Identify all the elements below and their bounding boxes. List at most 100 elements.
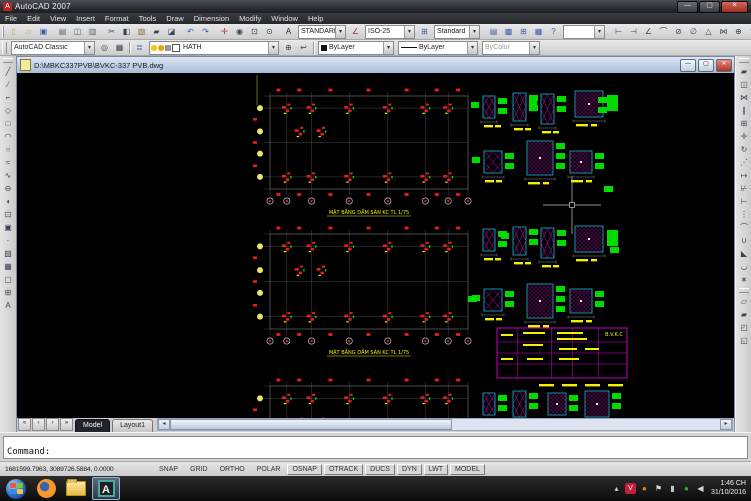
revcloud-icon[interactable]: ≈ <box>2 156 15 169</box>
dim-linear-icon[interactable]: ⊢ <box>612 24 626 39</box>
lineweight-combo[interactable]: ByColor▾ <box>482 41 540 55</box>
cad-canvas[interactable]: MẶT BẰNG DẦM SÀN KC TL 1/75MẶT BẰNG DẦM … <box>17 73 734 418</box>
dim-ordinate-icon[interactable]: △ <box>702 24 716 39</box>
my-workspace-icon[interactable]: ▦ <box>113 40 127 55</box>
layer-previous-icon[interactable]: ↩ <box>297 40 311 55</box>
cut-icon[interactable]: ✂ <box>105 24 119 39</box>
layer-combo[interactable]: HATH▾ <box>149 41 279 55</box>
construction-line-icon[interactable]: ∕ <box>2 78 15 91</box>
ellipse-icon[interactable]: ⊖ <box>2 182 15 195</box>
toolbar-grip[interactable] <box>739 288 749 293</box>
text-style-icon[interactable]: A <box>282 24 296 39</box>
menu-help[interactable]: Help <box>303 13 328 24</box>
table-icon[interactable]: ⊞ <box>2 286 15 299</box>
trim-icon[interactable]: ⊬ <box>738 182 751 195</box>
start-button[interactable] <box>2 477 30 500</box>
layer-properties-icon[interactable]: ≣ <box>133 40 147 55</box>
menu-view[interactable]: View <box>45 13 71 24</box>
draworder-front-icon[interactable]: ▱ <box>738 295 751 308</box>
join-icon[interactable]: ∪ <box>738 234 751 247</box>
dim-baseline-icon[interactable]: ⋈ <box>717 24 731 39</box>
block-palette-icon[interactable]: ⊞ <box>517 24 531 39</box>
firefox-taskbar-button[interactable] <box>32 477 60 500</box>
toolbar-grip[interactable] <box>739 58 749 63</box>
text-style-combo[interactable]: STANDARD▾ <box>298 25 346 39</box>
workspace-settings-icon[interactable]: ◎ <box>98 40 112 55</box>
dim-diameter-icon[interactable]: ∅ <box>687 24 701 39</box>
polyline-icon[interactable]: ⌐ <box>2 91 15 104</box>
open-file-icon[interactable]: ▱ <box>22 24 36 39</box>
extend-icon[interactable]: ⊢ <box>738 195 751 208</box>
explorer-taskbar-button[interactable] <box>62 477 90 500</box>
insert-block-icon[interactable]: ⊡ <box>2 208 15 221</box>
zoom-previous-icon[interactable]: ⊙ <box>263 24 277 39</box>
mtext-icon[interactable]: A <box>2 299 15 312</box>
make-object-layer-icon[interactable]: ⊕ <box>282 40 296 55</box>
toggle-otrack[interactable]: OTRACK <box>324 464 363 475</box>
make-block-icon[interactable]: ▣ <box>2 221 15 234</box>
menu-file[interactable]: File <box>0 13 22 24</box>
close-button[interactable]: ✕ <box>721 1 748 13</box>
command-prompt[interactable]: Command: <box>4 447 747 458</box>
quickcalc-icon[interactable]: ▦ <box>532 24 546 39</box>
unnamed-combo[interactable]: ▾ <box>563 25 605 39</box>
drawing-titlebar[interactable]: D:\MBKC337PVB\BVKC-337 PVB.dwg — ▢ ✕ <box>17 57 734 73</box>
dim-aligned-icon[interactable]: ⊣ <box>627 24 641 39</box>
undo-icon[interactable]: ↶ <box>184 24 198 39</box>
tray-update-icon[interactable]: ● <box>639 483 650 494</box>
tray-antivirus-icon[interactable]: ● <box>681 483 692 494</box>
toggle-ortho[interactable]: ORTHO <box>215 464 250 475</box>
fillet-icon[interactable]: ◡ <box>738 260 751 273</box>
menu-modify[interactable]: Modify <box>234 13 266 24</box>
workspace-combo-dropdown-arrow[interactable]: ▾ <box>84 42 94 54</box>
menu-insert[interactable]: Insert <box>71 13 100 24</box>
tab-first-button[interactable]: « <box>18 418 31 431</box>
hatch-icon[interactable]: ▨ <box>2 247 15 260</box>
paste-icon[interactable]: ▧ <box>135 24 149 39</box>
linetype-combo-dropdown-arrow[interactable]: ▾ <box>467 42 477 54</box>
linetype-combo[interactable]: ByLayer▾ <box>398 41 478 55</box>
scroll-right-arrow[interactable]: ▸ <box>720 419 732 430</box>
color-combo[interactable]: ByLayer▾ <box>318 41 394 55</box>
doc-restore-button[interactable]: ▢ <box>698 59 714 72</box>
minimize-button[interactable]: — <box>677 1 698 13</box>
array-icon[interactable]: ⊞ <box>738 117 751 130</box>
toggle-ducs[interactable]: DUCS <box>365 464 395 475</box>
menu-draw[interactable]: Draw <box>161 13 189 24</box>
lineweight-combo-dropdown-arrow[interactable]: ▾ <box>529 42 539 54</box>
markup-set-manager-icon[interactable]: ▩ <box>502 24 516 39</box>
save-icon[interactable]: ▣ <box>37 24 51 39</box>
toggle-model[interactable]: MODEL <box>450 464 485 475</box>
maximize-button[interactable]: ▢ <box>699 1 720 13</box>
text-style-combo-dropdown-arrow[interactable]: ▾ <box>335 26 345 38</box>
dim-continue-icon[interactable]: ⊕ <box>732 24 746 39</box>
mirror-icon[interactable]: ⋈ <box>738 91 751 104</box>
sheet-set-manager-icon[interactable]: ▤ <box>487 24 501 39</box>
app-titlebar[interactable]: A AutoCAD 2007 — ▢ ✕ <box>0 0 751 13</box>
dim-radius-icon[interactable]: ⊘ <box>672 24 686 39</box>
menu-edit[interactable]: Edit <box>22 13 45 24</box>
autocad-taskbar-button[interactable]: A <box>92 477 120 500</box>
table-style-combo[interactable]: Standard▾ <box>434 25 480 39</box>
toolbar-grip[interactable] <box>3 58 13 63</box>
menu-window[interactable]: Window <box>266 13 303 24</box>
match-properties-icon[interactable]: ▰ <box>150 24 164 39</box>
region-icon[interactable]: ▢ <box>2 273 15 286</box>
help-icon[interactable]: ? <box>547 24 561 39</box>
spline-icon[interactable]: ∿ <box>2 169 15 182</box>
dim-tolerance-icon[interactable]: ▽ <box>747 24 751 39</box>
plot-preview-icon[interactable]: ◫ <box>71 24 85 39</box>
tab-last-button[interactable]: » <box>60 418 73 431</box>
dim-angular-icon[interactable]: ∠ <box>642 24 656 39</box>
scroll-left-arrow[interactable]: ◂ <box>158 419 170 430</box>
tab-model[interactable]: Model <box>75 419 110 432</box>
tab-layout1[interactable]: Layout1 <box>112 419 153 432</box>
toggle-lwt[interactable]: LWT <box>424 464 448 475</box>
move-icon[interactable]: ✛ <box>738 130 751 143</box>
table-style-combo-dropdown-arrow[interactable]: ▾ <box>469 26 479 38</box>
copy-icon[interactable]: ◧ <box>120 24 134 39</box>
horizontal-scrollbar[interactable]: ◂ ▸ <box>157 418 733 431</box>
publish-icon[interactable]: ▥ <box>86 24 100 39</box>
menu-tools[interactable]: Tools <box>134 13 162 24</box>
copy-object-icon[interactable]: ◫ <box>738 78 751 91</box>
